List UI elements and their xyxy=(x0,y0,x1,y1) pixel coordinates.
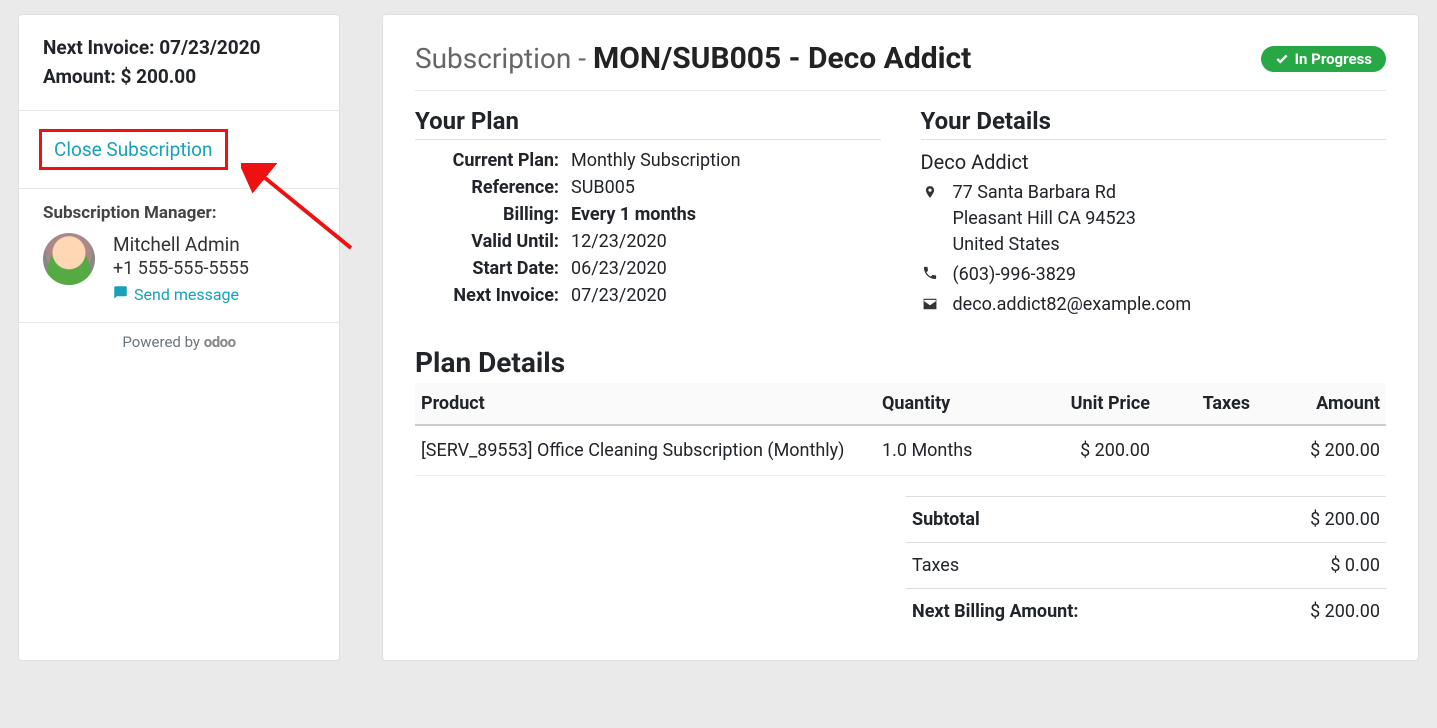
phone-icon xyxy=(921,262,939,286)
next-billing-value: $ 200.00 xyxy=(1235,589,1386,635)
page-title: Subscription - MON/SUB005 - Deco Addict xyxy=(415,41,971,76)
valid-until-label: Valid Until: xyxy=(415,231,571,252)
your-plan-section: Your Plan Current Plan:Monthly Subscript… xyxy=(415,101,881,322)
avatar xyxy=(43,233,95,285)
powered-by: Powered by odoo xyxy=(19,323,339,365)
current-plan-label: Current Plan: xyxy=(415,150,571,171)
next-invoice-value: 07/23/2020 xyxy=(571,285,881,306)
col-quantity: Quantity xyxy=(876,383,1016,425)
check-icon xyxy=(1275,52,1289,66)
table-row: [SERV_89553] Office Cleaning Subscriptio… xyxy=(415,425,1386,476)
next-invoice-label: Next Invoice: xyxy=(43,36,154,59)
customer-phone: (603)-996-3829 xyxy=(953,262,1387,288)
subscription-manager-heading: Subscription Manager: xyxy=(43,203,315,223)
col-product: Product xyxy=(415,383,876,425)
send-message-link[interactable]: Send message xyxy=(113,285,239,304)
reference-label: Reference: xyxy=(415,177,571,198)
map-marker-icon xyxy=(921,180,939,206)
amount-value: $ 200.00 xyxy=(120,65,196,88)
your-details-section: Your Details Deco Addict 77 Santa Barbar… xyxy=(921,101,1387,322)
taxes-value: $ 0.00 xyxy=(1235,543,1386,589)
subscription-manager-block: Subscription Manager: Mitchell Admin +1 … xyxy=(19,189,339,323)
next-invoice-label: Next Invoice: xyxy=(415,285,571,306)
address-line2: Pleasant Hill CA 94523 xyxy=(953,206,1387,232)
billing-label: Billing: xyxy=(415,204,571,225)
close-subscription-link[interactable]: Close Subscription xyxy=(39,129,228,170)
envelope-icon xyxy=(921,292,939,316)
subtotal-label: Subtotal xyxy=(906,497,1235,543)
cell-taxes xyxy=(1156,425,1256,476)
col-amount: Amount xyxy=(1256,383,1386,425)
valid-until-value: 12/23/2020 xyxy=(571,231,881,252)
title-main: MON/SUB005 - Deco Addict xyxy=(593,41,971,76)
amount-label: Amount: xyxy=(43,65,116,88)
start-date-label: Start Date: xyxy=(415,258,571,279)
odoo-logo: odoo xyxy=(204,333,236,351)
address-country: United States xyxy=(953,232,1387,258)
cell-product: [SERV_89553] Office Cleaning Subscriptio… xyxy=(415,425,876,476)
main-card: Subscription - MON/SUB005 - Deco Addict … xyxy=(382,14,1419,661)
your-details-heading: Your Details xyxy=(921,107,1387,140)
title-prefix: Subscription - xyxy=(415,42,593,75)
cell-unit-price: $ 200.00 xyxy=(1016,425,1156,476)
your-plan-heading: Your Plan xyxy=(415,107,881,140)
address-line1: 77 Santa Barbara Rd xyxy=(953,180,1387,206)
cell-quantity: 1.0 Months xyxy=(876,425,1016,476)
customer-name: Deco Addict xyxy=(921,150,1387,174)
powered-by-label: Powered by xyxy=(122,333,200,351)
start-date-value: 06/23/2020 xyxy=(571,258,881,279)
customer-email: deco.addict82@example.com xyxy=(953,292,1387,318)
speech-bubble-icon xyxy=(113,285,128,304)
reference-value: SUB005 xyxy=(571,177,881,198)
status-badge: In Progress xyxy=(1261,46,1386,72)
title-row: Subscription - MON/SUB005 - Deco Addict … xyxy=(415,41,1386,91)
current-plan-value: Monthly Subscription xyxy=(571,150,881,171)
amount-line: Amount: $ 200.00 xyxy=(43,62,315,91)
send-message-label: Send message xyxy=(134,285,239,304)
billing-value: Every 1 months xyxy=(571,204,881,225)
subtotal-value: $ 200.00 xyxy=(1235,497,1386,543)
status-label: In Progress xyxy=(1295,50,1372,68)
next-invoice-block: Next Invoice: 07/23/2020 Amount: $ 200.0… xyxy=(19,15,339,111)
manager-phone: +1 555-555-5555 xyxy=(113,258,249,279)
cell-amount: $ 200.00 xyxy=(1256,425,1386,476)
col-unit-price: Unit Price xyxy=(1016,383,1156,425)
next-billing-label: Next Billing Amount: xyxy=(906,589,1235,635)
sidebar: Next Invoice: 07/23/2020 Amount: $ 200.0… xyxy=(18,14,340,661)
plan-details-heading: Plan Details xyxy=(415,346,1386,379)
plan-details-table: Product Quantity Unit Price Taxes Amount… xyxy=(415,383,1386,476)
manager-name: Mitchell Admin xyxy=(113,233,249,256)
customer-address: 77 Santa Barbara Rd Pleasant Hill CA 945… xyxy=(953,180,1387,258)
taxes-label: Taxes xyxy=(906,543,1235,589)
next-invoice-line: Next Invoice: 07/23/2020 xyxy=(43,33,315,62)
col-taxes: Taxes xyxy=(1156,383,1256,425)
close-subscription-block: Close Subscription xyxy=(19,111,339,189)
totals-table: Subtotal $ 200.00 Taxes $ 0.00 Next Bill… xyxy=(906,496,1386,634)
next-invoice-date: 07/23/2020 xyxy=(159,36,260,59)
